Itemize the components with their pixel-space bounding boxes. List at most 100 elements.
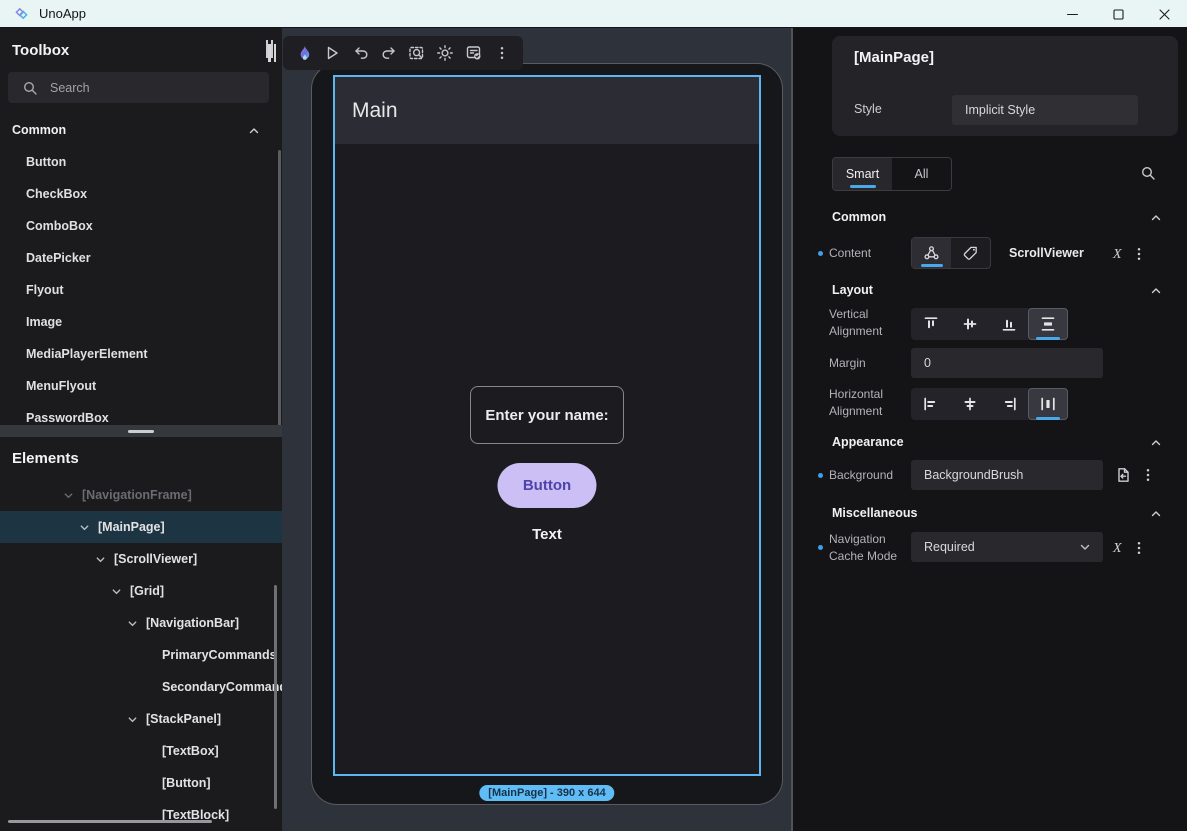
toolbox-item-passwordbox[interactable]: PasswordBox <box>0 402 282 425</box>
minimize-button[interactable] <box>1049 0 1095 28</box>
chevron-up-icon[interactable] <box>1150 285 1162 297</box>
chevron-down-icon[interactable] <box>122 714 142 725</box>
floating-toolbar <box>283 36 523 70</box>
more-icon[interactable] <box>1131 246 1147 262</box>
splitter-handle[interactable] <box>128 430 154 433</box>
section-label: Layout <box>832 283 873 297</box>
inspector-search-icon[interactable] <box>1140 165 1156 181</box>
redo-button[interactable] <box>377 41 401 65</box>
toolbox-title: Toolbox <box>12 42 69 59</box>
halign-stretch-button[interactable] <box>1029 389 1067 419</box>
tree-item-mainpage[interactable]: [MainPage] <box>0 511 282 543</box>
valign-top-button[interactable] <box>912 309 950 339</box>
section-header-common[interactable]: Common <box>832 210 1178 226</box>
toolbox-search-input[interactable] <box>50 81 240 95</box>
toolbox-list: ButtonCheckBoxComboBoxDatePickerFlyoutIm… <box>0 146 282 425</box>
chevron-down-icon[interactable] <box>122 618 142 629</box>
chevron-down-icon[interactable] <box>74 522 94 533</box>
maximize-button[interactable] <box>1095 0 1141 28</box>
canvas-button[interactable]: Button <box>498 463 597 508</box>
tree-item-button[interactable]: [Button] <box>0 767 282 799</box>
toolbox-item-combobox[interactable]: ComboBox <box>0 210 282 242</box>
inspect-button[interactable] <box>405 41 429 65</box>
more-icon[interactable] <box>1140 467 1156 483</box>
tree-item-navigationframe[interactable]: [NavigationFrame] <box>0 479 282 511</box>
theme-button[interactable] <box>433 41 457 65</box>
style-input[interactable]: Implicit Style <box>952 95 1138 125</box>
chevron-down-icon[interactable] <box>58 490 78 501</box>
toolbar-drag-handle[interactable] <box>268 44 280 62</box>
section-header-layout[interactable]: Layout <box>832 283 1178 299</box>
tree-item-stackpanel[interactable]: [StackPanel] <box>0 703 282 735</box>
navigation-cache-mode-select[interactable]: Required <box>911 532 1103 562</box>
halign-center-button[interactable] <box>951 389 989 419</box>
background-input[interactable]: BackgroundBrush <box>911 460 1103 490</box>
tab-all[interactable]: All <box>892 158 951 190</box>
chevron-up-icon[interactable] <box>1150 508 1162 520</box>
form-check-button[interactable] <box>462 41 486 65</box>
margin-input[interactable]: 0 <box>911 348 1103 378</box>
toolbox-search[interactable] <box>8 72 269 103</box>
toolbox-item-datepicker[interactable]: DatePicker <box>0 242 282 274</box>
horizontal-alignment-label: Horizontal Alignment <box>829 386 921 420</box>
undo-button[interactable] <box>349 41 373 65</box>
toolbox-section-common[interactable]: Common <box>0 122 282 140</box>
more-button[interactable] <box>490 41 514 65</box>
x-markup-icon[interactable]: X <box>1113 539 1122 557</box>
valign-bottom-button[interactable] <box>990 309 1028 339</box>
background-label: Background <box>829 467 921 484</box>
tree-item-scrollviewer[interactable]: [ScrollViewer] <box>0 543 282 575</box>
selected-element-card: [MainPage] Style Implicit Style <box>832 36 1178 136</box>
halign-left-button[interactable] <box>912 389 950 419</box>
close-button[interactable] <box>1141 0 1187 28</box>
content-mode-switch <box>911 237 991 269</box>
valign-center-button[interactable] <box>951 309 989 339</box>
titlebar: UnoApp <box>0 0 1187 28</box>
page-header-bar[interactable]: Main <box>335 77 759 144</box>
x-markup-icon[interactable]: X <box>1113 245 1122 263</box>
content-mode-hierarchy-button[interactable] <box>912 238 951 268</box>
play-button[interactable] <box>320 41 344 65</box>
elements-horizontal-scrollbar[interactable] <box>8 820 212 823</box>
tree-item-textblock[interactable]: [TextBlock] <box>0 799 282 831</box>
tree-item-grid[interactable]: [Grid] <box>0 575 282 607</box>
tree-item-navigationbar[interactable]: [NavigationBar] <box>0 607 282 639</box>
content-mode-tag-button[interactable] <box>951 238 990 268</box>
tree-item-secondarycommands[interactable]: SecondaryCommands <box>0 671 282 703</box>
chevron-up-icon[interactable] <box>1150 212 1162 224</box>
tree-item-textbox[interactable]: [TextBox] <box>0 735 282 767</box>
toolbox-item-checkbox[interactable]: CheckBox <box>0 178 282 210</box>
toolbox-item-button[interactable]: Button <box>0 146 282 178</box>
chevron-down-icon[interactable] <box>106 586 126 597</box>
toolbox-item-image[interactable]: Image <box>0 306 282 338</box>
valign-stretch-button[interactable] <box>1029 309 1067 339</box>
tree-item-primarycommands[interactable]: PrimaryCommands <box>0 639 282 671</box>
flame-button[interactable] <box>292 41 316 65</box>
toolbox-scrollbar[interactable] <box>278 150 281 425</box>
chevron-up-icon[interactable] <box>248 125 260 137</box>
section-header-miscellaneous[interactable]: Miscellaneous <box>832 506 1178 522</box>
toolbox-item-mediaplayerelement[interactable]: MediaPlayerElement <box>0 338 282 370</box>
elements-scrollbar[interactable] <box>274 585 277 809</box>
elements-title: Elements <box>12 450 79 467</box>
maximize-icon <box>1112 8 1125 21</box>
chevron-down-icon[interactable] <box>90 554 110 565</box>
halign-right-button[interactable] <box>990 389 1028 419</box>
more-icon[interactable] <box>1131 540 1147 556</box>
background-row-actions <box>1115 467 1156 483</box>
app-logo-icon <box>13 5 30 22</box>
tab-smart[interactable]: Smart <box>833 158 892 190</box>
toolbox-item-menuflyout[interactable]: MenuFlyout <box>0 370 282 402</box>
doc-import-icon[interactable] <box>1115 467 1131 483</box>
content-value[interactable]: ScrollViewer <box>1009 246 1084 260</box>
margin-label: Margin <box>829 355 921 372</box>
vertical-alignment-buttons <box>911 308 1068 340</box>
toolbox-item-flyout[interactable]: Flyout <box>0 274 282 306</box>
section-header-appearance[interactable]: Appearance <box>832 435 1178 451</box>
chevron-up-icon[interactable] <box>1150 437 1162 449</box>
canvas-textblock[interactable]: Text <box>335 526 759 543</box>
panel-splitter[interactable] <box>0 425 282 437</box>
tree-item-label: [Button] <box>162 776 211 790</box>
property-row-horizontal-alignment: Horizontal Alignment <box>818 388 1178 420</box>
canvas-textbox[interactable]: Enter your name: <box>470 386 624 444</box>
